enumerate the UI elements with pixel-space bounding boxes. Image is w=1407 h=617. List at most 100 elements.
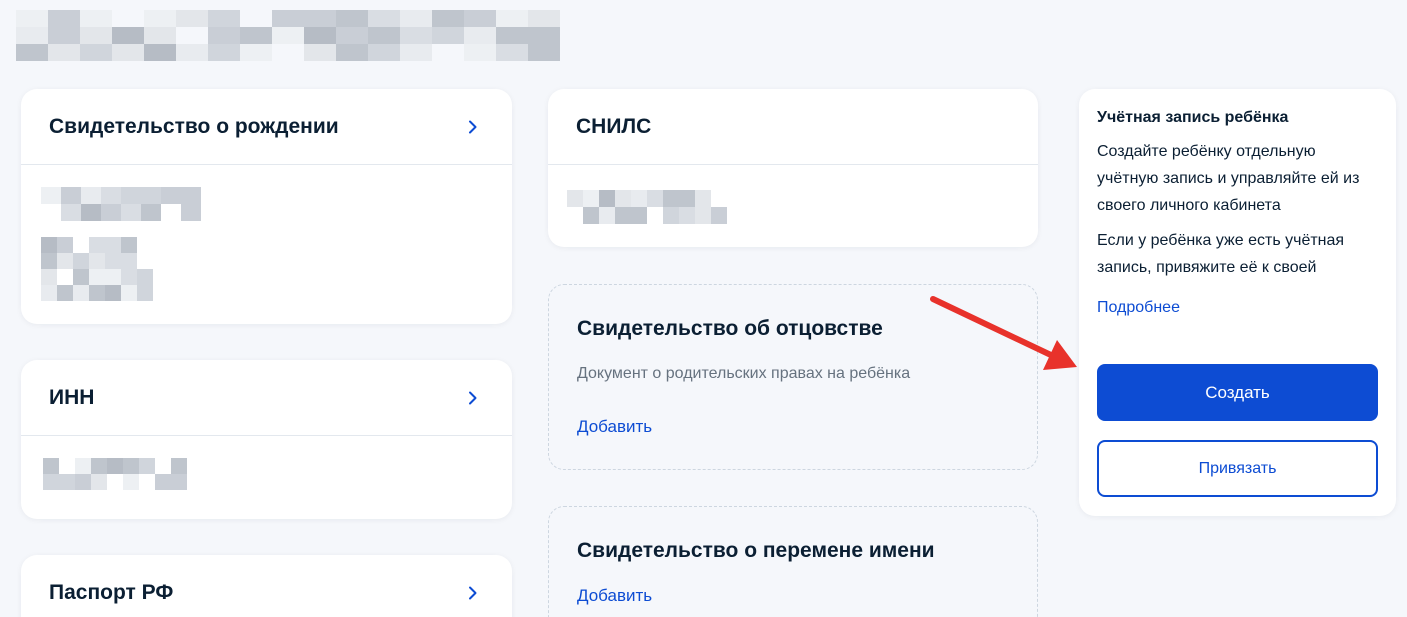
redaction-tile xyxy=(73,237,89,253)
redaction-tile xyxy=(583,207,599,224)
redaction-tile xyxy=(647,190,663,207)
redaction-tile xyxy=(631,207,647,224)
redaction-tile xyxy=(176,10,208,27)
redaction-tile xyxy=(137,237,153,253)
redaction-tile xyxy=(73,253,89,269)
redaction-tile xyxy=(48,44,80,61)
redaction-tile xyxy=(16,44,48,61)
child-account-panel: Учётная запись ребёнка Создайте ребёнку … xyxy=(1079,89,1396,516)
redaction-tile xyxy=(57,237,73,253)
chevron-right-icon[interactable] xyxy=(462,116,484,138)
birth-certificate-card[interactable]: Свидетельство о рождении xyxy=(21,89,512,324)
redaction-tile xyxy=(336,44,368,61)
snils-title: СНИЛС xyxy=(576,114,652,138)
redaction-tile xyxy=(89,237,105,253)
child-account-create-text: Создайте ребёнку отдельную учётную запис… xyxy=(1097,143,1360,214)
redaction-tile xyxy=(464,10,496,27)
redaction-tile xyxy=(107,458,123,474)
snils-header[interactable]: СНИЛС xyxy=(548,89,1038,165)
inn-title: ИНН xyxy=(49,385,95,409)
redaction-tile xyxy=(121,285,137,301)
add-name-change-link[interactable]: Добавить xyxy=(577,586,652,606)
redaction-tile xyxy=(105,253,121,269)
redaction-tile xyxy=(599,190,615,207)
redaction-tile xyxy=(155,458,171,474)
redaction-tile xyxy=(123,474,139,490)
create-account-button[interactable]: Создать xyxy=(1097,364,1378,421)
inn-header[interactable]: ИНН xyxy=(21,360,512,436)
redaction-tile xyxy=(400,10,432,27)
add-paternity-link[interactable]: Добавить xyxy=(577,417,652,437)
redaction-tile xyxy=(75,474,91,490)
redaction-tile xyxy=(80,44,112,61)
redaction-tile xyxy=(695,190,711,207)
redaction-tile xyxy=(137,269,153,285)
redaction-tile xyxy=(615,190,631,207)
redaction-tile xyxy=(89,253,105,269)
redaction-tile xyxy=(137,285,153,301)
redaction-tile xyxy=(43,474,59,490)
redaction-tile xyxy=(208,44,240,61)
passport-card[interactable]: Паспорт РФ xyxy=(21,555,512,617)
redaction-tile xyxy=(139,458,155,474)
redaction-tile xyxy=(181,204,201,221)
name-change-title: Свидетельство о перемене имени xyxy=(577,539,935,562)
redaction-tile xyxy=(679,207,695,224)
redaction-tile xyxy=(400,27,432,44)
redaction-tile xyxy=(73,285,89,301)
redaction-tile xyxy=(80,27,112,44)
redaction-tile xyxy=(121,253,137,269)
redaction-tile xyxy=(112,10,144,27)
chevron-right-icon[interactable] xyxy=(462,387,484,409)
redaction-tile xyxy=(240,27,272,44)
redaction-tile xyxy=(496,10,528,27)
redaction-tile xyxy=(368,27,400,44)
redaction-tile xyxy=(496,44,528,61)
redaction-tile xyxy=(663,207,679,224)
redaction-tile xyxy=(59,474,75,490)
redaction-tile xyxy=(101,204,121,221)
redaction-tile xyxy=(181,187,201,204)
redaction-tile xyxy=(599,207,615,224)
redaction-tile xyxy=(567,207,583,224)
redaction-tile xyxy=(91,458,107,474)
redaction-tile xyxy=(121,269,137,285)
redaction-tile xyxy=(57,285,73,301)
birth-certificate-header[interactable]: Свидетельство о рождении xyxy=(21,89,512,165)
redaction-tile xyxy=(91,474,107,490)
redaction-tile xyxy=(695,207,711,224)
redaction-tile xyxy=(432,10,464,27)
more-info-link[interactable]: Подробнее xyxy=(1097,299,1378,317)
name-change-certificate-card: Свидетельство о перемене имени Добавить xyxy=(548,506,1038,617)
link-account-button[interactable]: Привязать xyxy=(1097,440,1378,497)
snils-card[interactable]: СНИЛС xyxy=(548,89,1038,247)
redaction-tile xyxy=(89,269,105,285)
redaction-tile xyxy=(112,44,144,61)
redaction-tile xyxy=(144,10,176,27)
redaction-tile xyxy=(80,10,112,27)
redaction-tile xyxy=(141,187,161,204)
redaction-tile xyxy=(336,10,368,27)
redaction-tile xyxy=(400,44,432,61)
child-profile-page: Свидетельство о рождении ИНН Паспорт РФ … xyxy=(0,0,1407,617)
child-account-title: Учётная запись ребёнка xyxy=(1097,109,1289,126)
redaction-tile xyxy=(711,190,727,207)
passport-header[interactable]: Паспорт РФ xyxy=(21,555,512,617)
redaction-tile xyxy=(89,285,105,301)
redaction-tile xyxy=(59,458,75,474)
redaction-tile xyxy=(43,458,59,474)
redaction-tile xyxy=(41,237,57,253)
redaction-tile xyxy=(141,204,161,221)
redaction-tile xyxy=(16,27,48,44)
redaction-tile xyxy=(61,204,81,221)
redaction-tile xyxy=(121,237,137,253)
inn-card[interactable]: ИНН xyxy=(21,360,512,519)
redacted-birth-certificate-number xyxy=(41,187,201,221)
redaction-tile xyxy=(16,10,48,27)
redaction-tile xyxy=(679,190,695,207)
redaction-tile xyxy=(57,269,73,285)
chevron-right-icon[interactable] xyxy=(462,582,484,604)
redaction-tile xyxy=(496,27,528,44)
redaction-tile xyxy=(75,458,91,474)
redaction-tile xyxy=(81,187,101,204)
